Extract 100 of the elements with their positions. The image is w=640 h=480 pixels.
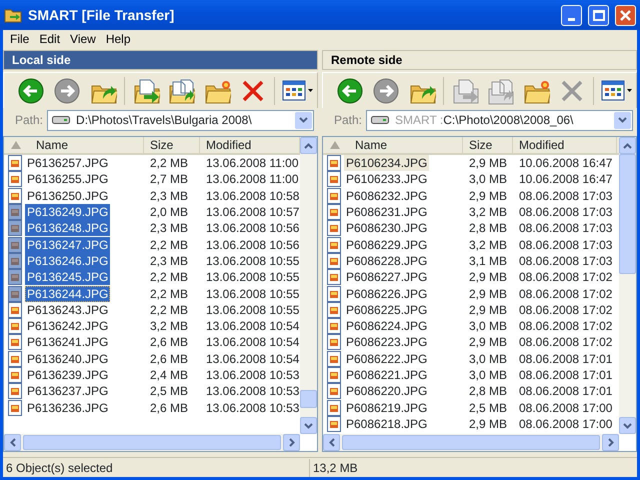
file-size: 2,0 MB	[149, 204, 190, 222]
file-name[interactable]: P6086219.JPG	[344, 400, 430, 416]
file-date: 08.06.2008 17:03	[518, 204, 612, 222]
file-name[interactable]: P6086224.JPG	[344, 318, 430, 334]
file-name[interactable]: P6086218.JPG	[344, 416, 430, 432]
file-size: 2,6 MB	[149, 350, 190, 368]
file-date: 08.06.2008 17:03	[518, 220, 612, 238]
file-size: 3,2 MB	[468, 236, 508, 254]
file-name[interactable]: P6136240.JPG	[25, 350, 110, 367]
file-name[interactable]: P6086229.JPG	[344, 236, 430, 253]
file-name[interactable]: P6136242.JPG	[25, 318, 110, 334]
window-title: SMART [File Transfer]	[28, 6, 174, 25]
file-date: 13.06.2008 10:56	[205, 236, 300, 254]
column-header[interactable]: Modified	[513, 137, 617, 153]
column-header[interactable]: Name	[4, 137, 144, 153]
file-date: 08.06.2008 17:02	[518, 318, 612, 336]
file-size: 3,2 MB	[149, 318, 190, 336]
file-date: 08.06.2008 17:03	[518, 188, 612, 205]
file-date: 08.06.2008 17:03	[518, 252, 612, 270]
menu-item[interactable]: Edit	[34, 30, 66, 48]
file-size: 2,2 MB	[149, 236, 190, 254]
file-name[interactable]: P6086232.JPG	[344, 188, 430, 204]
file-name[interactable]: P6136236.JPG	[25, 400, 110, 416]
file-date: 13.06.2008 10:58	[205, 188, 300, 205]
file-size: 2,9 MB	[468, 188, 508, 205]
file-date: 10.06.2008 16:47	[518, 171, 612, 188]
file-size: 3,0 MB	[468, 367, 508, 384]
file-size: 2,9 MB	[468, 286, 508, 303]
file-name[interactable]: P6086226.JPG	[344, 286, 430, 302]
file-size: 2,3 MB	[149, 220, 190, 238]
file-name[interactable]: P6136243.JPG	[25, 302, 110, 318]
file-size: 3,0 MB	[468, 350, 508, 368]
file-date: 13.06.2008 10:53	[205, 367, 300, 384]
path-field[interactable]: SMART :C:\Photo\2008\2008_06\	[366, 110, 633, 130]
file-name[interactable]: P6136239.JPG	[25, 367, 110, 383]
file-date: 08.06.2008 17:02	[518, 286, 612, 303]
column-header[interactable]: Size	[144, 137, 200, 153]
file-date: 13.06.2008 10:55	[205, 252, 300, 270]
file-size: 3,0 MB	[468, 171, 508, 188]
file-date: 13.06.2008 10:55	[205, 302, 300, 319]
column-header[interactable]: Size	[463, 137, 513, 153]
file-date: 13.06.2008 10:55	[205, 269, 300, 286]
file-size: 3,0 MB	[468, 318, 508, 336]
file-name[interactable]: P6136244.JPG	[25, 286, 110, 302]
file-name[interactable]: P6136249.JPG	[25, 204, 110, 220]
file-name[interactable]: P6086230.JPG	[344, 220, 430, 236]
file-size: 2,7 MB	[149, 171, 190, 188]
file-name[interactable]: P6136255.JPG	[25, 171, 110, 188]
file-name[interactable]: P6136237.JPG	[25, 383, 110, 400]
path-label: Path:	[334, 112, 362, 129]
file-size: 2,2 MB	[149, 302, 190, 319]
file-date: 08.06.2008 17:02	[518, 302, 612, 319]
file-name[interactable]: P6086231.JPG	[344, 204, 430, 220]
file-date: 08.06.2008 17:01	[518, 383, 612, 400]
file-size: 2,9 MB	[468, 269, 508, 286]
file-size: 2,5 MB	[149, 383, 190, 400]
file-date: 13.06.2008 10:55	[205, 286, 300, 303]
file-size: 2,8 MB	[468, 383, 508, 400]
file-date: 13.06.2008 10:54	[205, 334, 300, 352]
file-name[interactable]: P6086221.JPG	[344, 367, 430, 383]
menu-item[interactable]: Help	[100, 30, 136, 48]
file-date: 13.06.2008 10:54	[205, 350, 300, 368]
file-name[interactable]: P6136250.JPG	[25, 188, 110, 204]
file-size: 2,6 MB	[149, 334, 190, 352]
file-name[interactable]: P6106234.JPG	[344, 155, 430, 172]
file-size: 2,4 MB	[149, 367, 190, 384]
pane-header: Remote side	[322, 50, 637, 70]
file-date: 13.06.2008 11:00	[205, 171, 299, 188]
path-field[interactable]: D:\Photos\Travels\Bulgaria 2008\	[47, 110, 314, 130]
file-name[interactable]: P6086228.JPG	[344, 252, 430, 269]
pane-header: Local side	[3, 50, 318, 70]
column-header[interactable]: Name	[323, 137, 463, 153]
file-name[interactable]: P6136248.JPG	[25, 220, 110, 236]
menu-item[interactable]: File	[5, 30, 34, 48]
file-name[interactable]: P6136246.JPG	[25, 252, 110, 269]
file-date: 08.06.2008 17:03	[518, 236, 612, 254]
file-name[interactable]: P6136245.JPG	[25, 269, 110, 286]
file-date: 08.06.2008 17:02	[518, 334, 612, 352]
file-size: 2,2 MB	[149, 269, 190, 286]
file-name[interactable]: P6086220.JPG	[344, 383, 430, 400]
file-name[interactable]: P6086225.JPG	[344, 302, 430, 318]
file-size: 2,8 MB	[468, 220, 508, 238]
file-date: 13.06.2008 10:54	[205, 318, 300, 336]
file-name[interactable]: P6136241.JPG	[25, 334, 110, 350]
file-name[interactable]: P6136257.JPG	[25, 155, 110, 172]
file-name[interactable]: P6136247.JPG	[25, 236, 110, 253]
file-size: 2,6 MB	[149, 400, 190, 417]
file-size: 2,5 MB	[468, 400, 508, 417]
file-size: 3,2 MB	[468, 204, 508, 222]
file-name[interactable]: P6106233.JPG	[344, 171, 430, 188]
file-date: 08.06.2008 17:00	[518, 400, 612, 417]
menu-item[interactable]: View	[65, 30, 101, 48]
file-date: 08.06.2008 17:01	[518, 367, 612, 384]
file-name[interactable]: P6086223.JPG	[344, 334, 430, 350]
file-size: 2,9 MB	[468, 302, 508, 319]
file-name[interactable]: P6086222.JPG	[344, 350, 430, 367]
file-name[interactable]: P6086227.JPG	[344, 269, 430, 286]
file-size: 2,3 MB	[149, 188, 190, 205]
file-size: 2,3 MB	[149, 252, 190, 270]
file-size: 2,9 MB	[468, 155, 508, 172]
